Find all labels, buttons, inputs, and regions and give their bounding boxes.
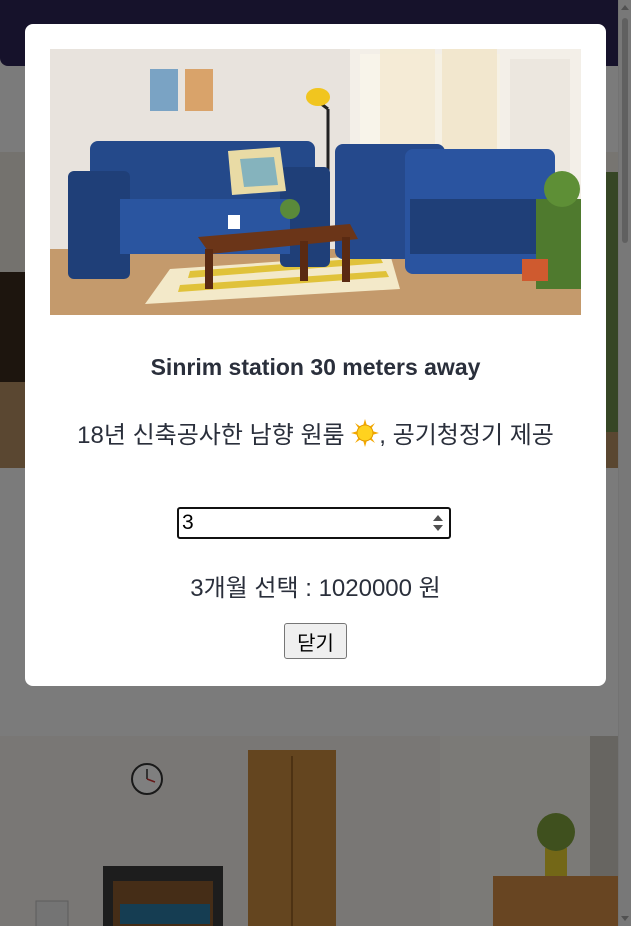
modal-listing-photo xyxy=(50,49,581,315)
listing-title: Sinrim station 30 meters away xyxy=(150,354,481,380)
increment-arrow-icon[interactable] xyxy=(433,515,443,521)
listing-detail-modal: Sinrim station 30 meters away 18년 신축공사한 … xyxy=(25,24,606,686)
price-summary: 3개월 선택 : 1020000 원 xyxy=(190,575,441,602)
decrement-arrow-icon[interactable] xyxy=(433,525,443,531)
description-text: 18년 신축공사한 남향 원룸 xyxy=(77,422,352,449)
month-quantity-stepper[interactable] xyxy=(177,507,451,539)
listing-description: 18년 신축공사한 남향 원룸 , 공기청정기 제공 xyxy=(55,419,576,456)
stepper-arrows[interactable] xyxy=(431,512,445,534)
close-button[interactable]: 닫기 xyxy=(284,623,347,659)
sun-icon xyxy=(351,419,380,456)
month-quantity-input[interactable] xyxy=(179,509,432,537)
description-tail: , 공기청정기 제공 xyxy=(379,422,554,449)
